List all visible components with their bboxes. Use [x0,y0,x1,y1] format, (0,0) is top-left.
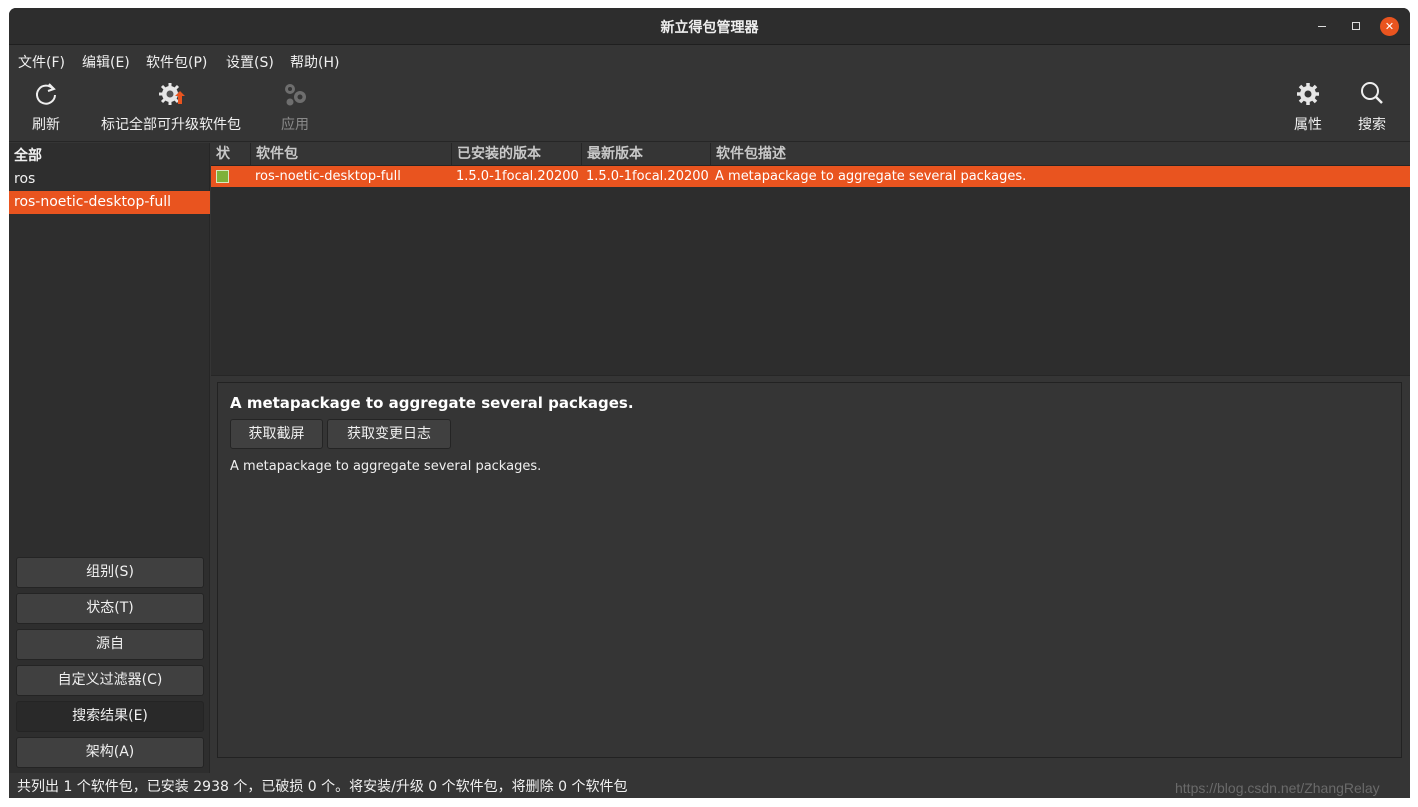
properties-button[interactable]: 属性 [1288,80,1328,134]
package-table: 状 软件包 已安装的版本 最新版本 软件包描述 ros-noetic-deskt… [211,143,1410,375]
row-installed-version: 1.5.0-1focal.20200 [456,169,579,184]
column-status[interactable]: 状 [211,143,251,166]
get-changelog-button[interactable]: 获取变更日志 [327,419,451,449]
gear-upgrade-icon [159,83,185,105]
origin-filter-button[interactable]: 源自 [16,629,204,660]
column-description[interactable]: 软件包描述 [711,143,1410,166]
get-screenshot-button[interactable]: 获取截屏 [230,419,323,449]
refresh-label: 刷新 [32,117,60,133]
menu-bar: 文件(F) 编辑(E) 软件包(P) 设置(S) 帮助(H) [9,45,1410,74]
sidebar-item-ros[interactable]: ros [9,168,210,191]
apply-label: 应用 [281,117,309,133]
gears-icon [285,84,306,106]
status-filter-button[interactable]: 状态(T) [16,593,204,624]
maximize-button[interactable] [1346,17,1365,36]
menu-package[interactable]: 软件包(P) [146,52,207,72]
search-results-filter-button[interactable]: 搜索结果(E) [16,701,204,732]
mark-all-upgrades-button[interactable]: 标记全部可升级软件包 [95,80,247,134]
window-title: 新立得包管理器 [660,20,759,36]
mark-all-upgrades-label: 标记全部可升级软件包 [101,117,241,133]
search-label: 搜索 [1358,117,1386,133]
row-description: A metapackage to aggregate several packa… [715,169,1027,184]
sidebar-item-ros-noetic-desktop-full[interactable]: ros-noetic-desktop-full [9,191,210,214]
watermark: https://blog.csdn.net/ZhangRelay [1175,780,1380,796]
column-package[interactable]: 软件包 [251,143,452,166]
package-detail-pane: A metapackage to aggregate several packa… [217,382,1402,758]
refresh-icon [36,83,56,105]
menu-file[interactable]: 文件(F) [18,52,65,72]
properties-label: 属性 [1294,117,1322,133]
table-row[interactable]: ros-noetic-desktop-full 1.5.0-1focal.202… [211,166,1410,187]
filter-sidebar: 全部 ros ros-noetic-desktop-full 组别(S) 状态(… [9,143,210,773]
close-icon: ✕ [1384,20,1395,33]
detail-title: A metapackage to aggregate several packa… [230,394,634,412]
table-header: 状 软件包 已安装的版本 最新版本 软件包描述 [211,143,1410,166]
search-icon [1361,82,1383,104]
pane-splitter[interactable] [211,375,1410,381]
minimize-icon [1317,25,1326,28]
installed-status-icon [216,170,229,183]
refresh-button[interactable]: 刷新 [25,80,67,134]
row-latest-version: 1.5.0-1focal.20200 [586,169,709,184]
menu-settings[interactable]: 设置(S) [226,52,274,72]
sections-filter-button[interactable]: 组别(S) [16,557,204,588]
gear-icon [1297,83,1319,105]
status-text: 共列出 1 个软件包，已安装 2938 个，已破损 0 个。将安装/升级 0 个… [17,779,628,795]
minimize-button[interactable] [1312,17,1331,36]
apply-button[interactable]: 应用 [275,80,315,134]
menu-edit[interactable]: 编辑(E) [82,52,130,72]
custom-filter-button[interactable]: 自定义过滤器(C) [16,665,204,696]
row-package-name: ros-noetic-desktop-full [255,169,401,184]
architecture-filter-button[interactable]: 架构(A) [16,737,204,768]
column-installed-version[interactable]: 已安装的版本 [452,143,582,166]
synaptic-window: 新立得包管理器 ✕ 文件(F) 编辑(E) 软件包(P) 设置(S) 帮助(H)… [9,8,1410,798]
maximize-icon [1351,22,1360,30]
menu-help[interactable]: 帮助(H) [290,52,339,72]
title-bar: 新立得包管理器 ✕ [9,8,1410,45]
column-latest-version[interactable]: 最新版本 [582,143,711,166]
sidebar-item-all[interactable]: 全部 [9,145,210,168]
detail-description: A metapackage to aggregate several packa… [230,459,542,474]
search-button[interactable]: 搜索 [1352,80,1392,134]
close-button[interactable]: ✕ [1380,17,1399,36]
row-status-cell[interactable] [211,166,251,187]
toolbar: 刷新 标记全部可升级软件包 应用 属性 搜索 [9,74,1410,142]
